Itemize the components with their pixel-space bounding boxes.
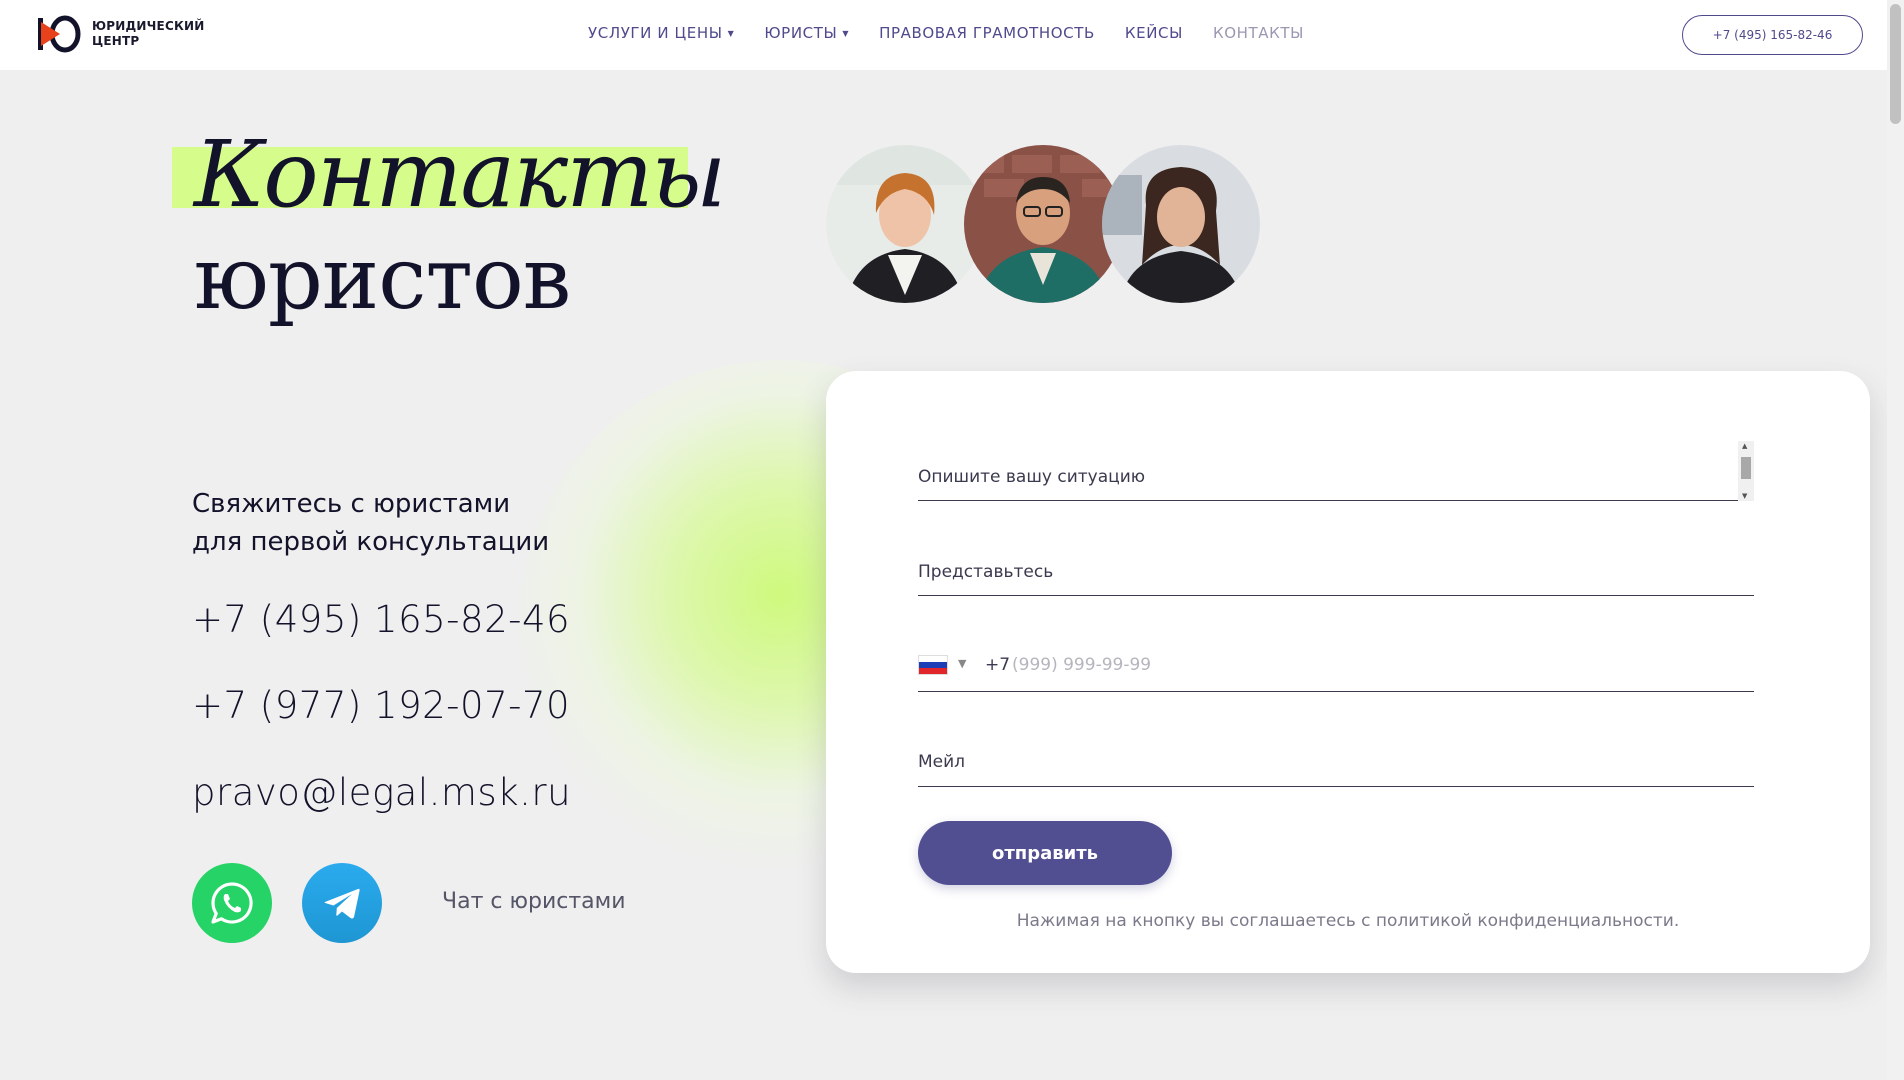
contact-phone-2-link[interactable]: +7 (977) 192-07-70: [192, 684, 570, 727]
nav-item-label: КЕЙСЫ: [1124, 24, 1183, 42]
contact-email-link[interactable]: pravo@legal.msk.ru: [192, 771, 571, 814]
page-title-line-2: юристов: [194, 229, 571, 329]
nav-item-services[interactable]: УСЛУГИ И ЦЕНЫ ▼: [588, 24, 734, 42]
nav-item-label: ПРАВОВАЯ ГРАМОТНОСТЬ: [879, 24, 1095, 42]
contact-subtitle: Свяжитесь с юристами для первой консульт…: [192, 489, 550, 557]
main-nav: УСЛУГИ И ЦЕНЫ ▼ ЮРИСТЫ ▼ ПРАВОВАЯ ГРАМОТ…: [588, 24, 1334, 42]
name-placeholder: Представьтесь: [918, 562, 1054, 582]
name-input[interactable]: Представьтесь: [918, 536, 1754, 596]
page-scrollbar[interactable]: [1887, 0, 1904, 1080]
nav-item-cases[interactable]: КЕЙСЫ: [1125, 24, 1183, 42]
telegram-icon: [324, 888, 360, 919]
caret-down-icon: ▼: [727, 28, 735, 38]
site-header: ЮРИДИЧЕСКИЙ ЦЕНТР УСЛУГИ И ЦЕНЫ ▼ ЮРИСТЫ…: [0, 0, 1904, 70]
logo-mark-icon: [38, 14, 84, 54]
nav-item-label: УСЛУГИ И ЦЕНЫ: [588, 24, 723, 42]
situation-placeholder: Опишите вашу ситуацию: [918, 467, 1146, 487]
scroll-up-icon: ▲: [1742, 442, 1748, 450]
lawyer-avatars: [826, 145, 1260, 305]
avatar-lawyer-3: [1102, 145, 1260, 303]
scroll-down-icon: ▼: [1742, 492, 1748, 500]
email-placeholder: Мейл: [918, 752, 966, 772]
nav-item-lawyers[interactable]: ЮРИСТЫ ▼: [764, 24, 849, 42]
russia-flag-icon[interactable]: [918, 655, 948, 675]
textarea-scrollbar[interactable]: ▲ ▼: [1738, 441, 1754, 501]
nav-item-label: ЮРИСТЫ: [764, 24, 838, 42]
whatsapp-button[interactable]: [192, 863, 272, 943]
caret-down-icon[interactable]: ▼: [958, 657, 966, 670]
avatar-lawyer-2: [964, 145, 1122, 303]
nav-item-contacts[interactable]: КОНТАКТЫ: [1213, 24, 1304, 42]
situation-textarea[interactable]: Опишите вашу ситуацию ▲ ▼: [918, 441, 1754, 501]
avatar-lawyer-1: [826, 145, 984, 303]
logo-text: ЮРИДИЧЕСКИЙ ЦЕНТР: [92, 19, 205, 48]
nav-item-legal-literacy[interactable]: ПРАВОВАЯ ГРАМОТНОСТЬ: [879, 24, 1095, 42]
email-input[interactable]: Мейл: [918, 726, 1754, 787]
contact-phone-1-link[interactable]: +7 (495) 165-82-46: [192, 598, 570, 641]
chat-label: Чат с юристами: [442, 889, 626, 914]
caret-down-icon: ▼: [842, 28, 850, 38]
phone-prefix: +7: [985, 655, 1011, 675]
telegram-button[interactable]: [302, 863, 382, 943]
privacy-policy-note: Нажимая на кнопку вы соглашаетесь с поли…: [1016, 911, 1680, 931]
page-title-line-1: Контакты: [194, 121, 726, 228]
contact-form: Опишите вашу ситуацию ▲ ▼ Представьтесь …: [826, 371, 1870, 973]
page-title: Контакты юристов: [172, 120, 726, 340]
whatsapp-icon: [211, 882, 253, 924]
logo[interactable]: ЮРИДИЧЕСКИЙ ЦЕНТР: [38, 14, 204, 54]
submit-button[interactable]: отправить: [918, 821, 1172, 885]
page-scrollbar-thumb[interactable]: [1890, 4, 1901, 124]
header-phone-button[interactable]: +7 (495) 165-82-46: [1682, 15, 1863, 55]
nav-item-label: КОНТАКТЫ: [1212, 24, 1304, 42]
phone-input[interactable]: ▼ +7 (999) 999-99-99: [918, 631, 1754, 692]
phone-placeholder: (999) 999-99-99: [1012, 655, 1152, 675]
textarea-scroll-thumb[interactable]: [1741, 457, 1751, 479]
